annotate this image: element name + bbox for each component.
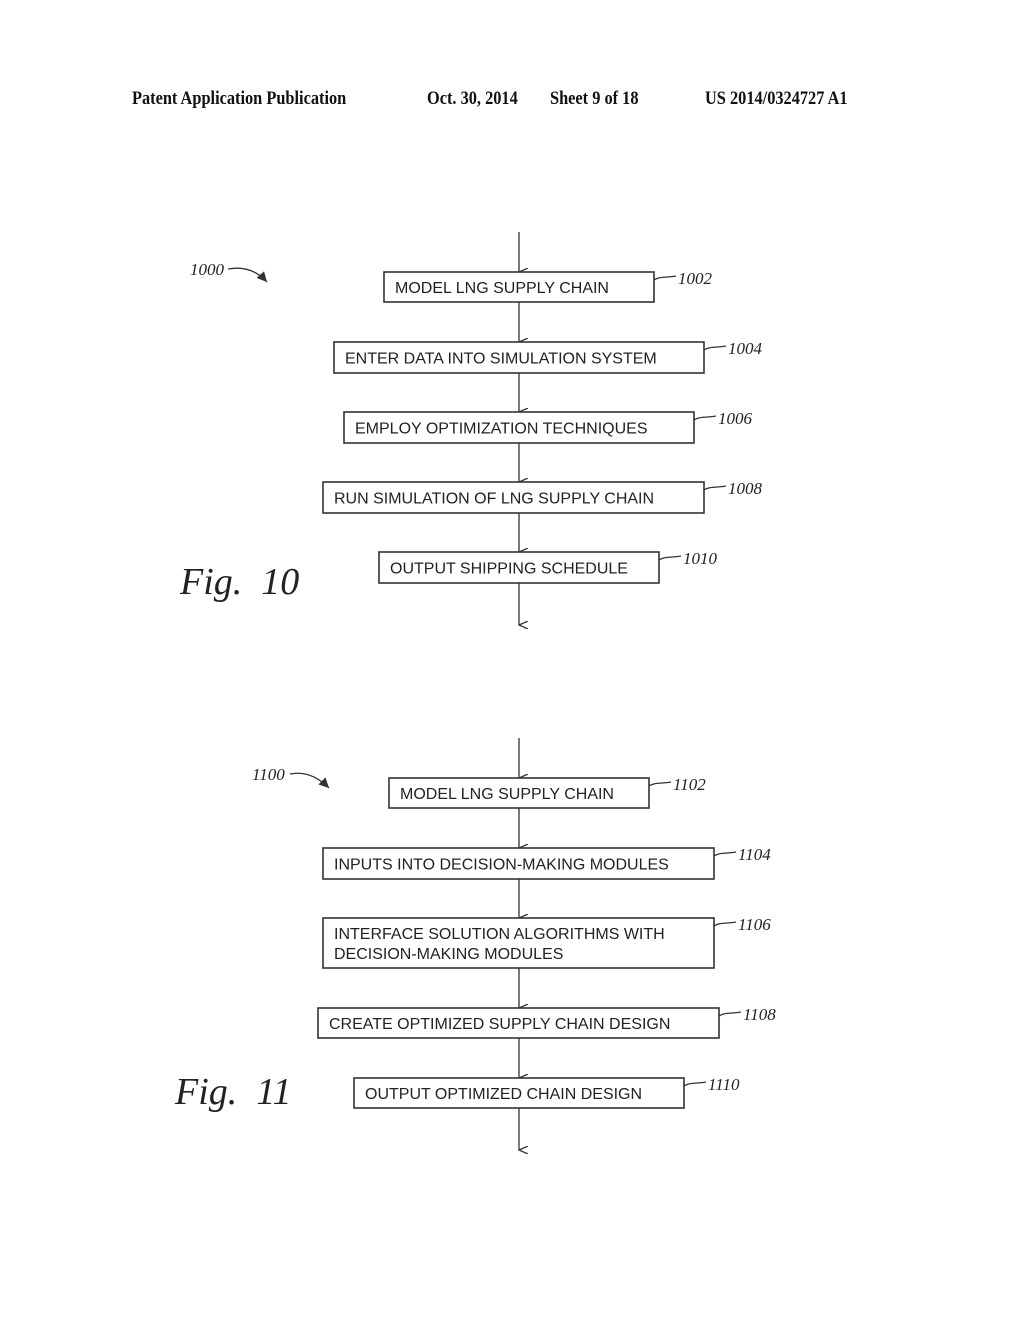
reference-pointer-arrow: [289, 772, 330, 789]
flow-step-1006: EMPLOY OPTIMIZATION TECHNIQUES 1006: [343, 409, 753, 444]
leader-line: [683, 1081, 707, 1087]
step-reference-numeral: 1010: [683, 549, 718, 568]
leader-line: [718, 1011, 742, 1017]
flow-step-1102: MODEL LNG SUPPLY CHAIN 1102: [388, 775, 706, 809]
fig11-flowchart: 1100 Fig. 11 MODEL LNG SUPPLY CHAIN 1102 INP…: [174, 738, 776, 1150]
flow-step-1008: RUN SIMULATION OF LNG SUPPLY CHAIN 1008: [322, 479, 763, 514]
step-label: MODEL LNG SUPPLY CHAIN: [400, 786, 614, 803]
leader-line: [703, 345, 727, 351]
leader-line: [653, 275, 677, 281]
step-label: RUN SIMULATION OF LNG SUPPLY CHAIN: [334, 491, 654, 508]
step-reference-numeral: 1104: [738, 845, 771, 864]
leader-line: [703, 485, 727, 491]
flow-step-1104: INPUTS INTO DECISION-MAKING MODULES 1104: [322, 845, 771, 880]
step-label: MODEL LNG SUPPLY CHAIN: [395, 280, 609, 297]
flow-step-1106: INTERFACE SOLUTION ALGORITHMS WITH DECISI…: [322, 915, 771, 969]
step-label: OUTPUT SHIPPING SCHEDULE: [390, 561, 628, 578]
leader-line: [693, 415, 717, 421]
step-reference-numeral: 1102: [673, 775, 706, 794]
fig10-flowchart: 1000 Fig. 10 MODEL LNG SUPPLY CHAIN 1002 ENT…: [179, 232, 763, 625]
flowchart-canvas: 1000 Fig. 10 MODEL LNG SUPPLY CHAIN 1002 ENT…: [174, 232, 776, 1320]
leader-line: [658, 555, 682, 561]
step-reference-numeral: 1002: [678, 269, 713, 288]
step-reference-numeral: 1004: [728, 339, 763, 358]
flow-step-1002: MODEL LNG SUPPLY CHAIN 1002: [383, 269, 713, 303]
figure-label: Fig. 10: [179, 561, 299, 603]
flow-step-1010: OUTPUT SHIPPING SCHEDULE 1010: [378, 549, 718, 584]
flow-step-1004: ENTER DATA INTO SIMULATION SYSTEM 1004: [333, 339, 763, 374]
step-label: CREATE OPTIMIZED SUPPLY CHAIN DESIGN: [329, 1016, 670, 1033]
step-label: OUTPUT OPTIMIZED CHAIN DESIGN: [365, 1086, 642, 1103]
figure-reference-numeral: 1000: [190, 260, 225, 279]
leader-line: [713, 851, 737, 857]
reference-pointer-arrow: [227, 267, 268, 283]
leader-line: [648, 781, 672, 787]
step-label: DECISION-MAKING MODULES: [334, 946, 563, 963]
step-reference-numeral: 1008: [728, 479, 763, 498]
leader-line: [713, 921, 737, 927]
step-label: INTERFACE SOLUTION ALGORITHMS WITH: [334, 926, 665, 943]
step-label: ENTER DATA INTO SIMULATION SYSTEM: [345, 351, 657, 368]
step-reference-numeral: 1110: [708, 1075, 740, 1094]
figure-reference-numeral: 1100: [252, 765, 285, 784]
step-label: EMPLOY OPTIMIZATION TECHNIQUES: [355, 421, 647, 438]
step-label: INPUTS INTO DECISION-MAKING MODULES: [334, 857, 669, 874]
figure-label: Fig. 11: [174, 1071, 291, 1113]
step-reference-numeral: 1108: [743, 1005, 776, 1024]
flow-step-1110: OUTPUT OPTIMIZED CHAIN DESIGN 1110: [353, 1075, 740, 1109]
step-reference-numeral: 1006: [718, 409, 753, 428]
flow-step-1108: CREATE OPTIMIZED SUPPLY CHAIN DESIGN 1108: [317, 1005, 776, 1039]
step-reference-numeral: 1106: [738, 915, 771, 934]
